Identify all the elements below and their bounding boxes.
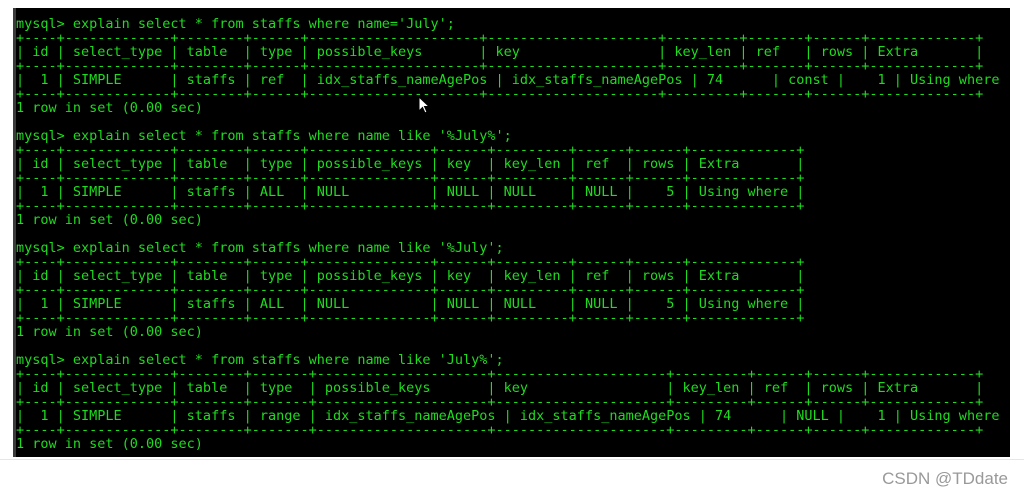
terminal-line: | 1 | SIMPLE | staffs | ref | idx_staffs… <box>16 72 1010 88</box>
terminal-line: | id | select_type | table | type | poss… <box>16 156 805 172</box>
terminal-line: 1 row in set (0.00 sec) <box>16 100 203 116</box>
terminal-line: | id | select_type | table | type | poss… <box>16 44 984 60</box>
terminal-line: +----+-------------+--------+------+----… <box>16 142 805 158</box>
terminal-line: | 1 | SIMPLE | staffs | ALL | NULL | NUL… <box>16 184 805 200</box>
terminal-line: | 1 | SIMPLE | staffs | range | idx_staf… <box>16 408 1010 424</box>
terminal-line: +----+-------------+--------+-------+---… <box>16 366 984 382</box>
terminal-line: mysql> explain select * from staffs wher… <box>16 352 504 368</box>
terminal-line: mysql> explain select * from staffs wher… <box>16 16 455 32</box>
terminal-line: | id | select_type | table | type | poss… <box>16 268 805 284</box>
terminal-line: | id | select_type | table | type | poss… <box>16 380 984 396</box>
terminal-line: mysql> explain select * from staffs wher… <box>16 240 504 256</box>
terminal-line: 1 row in set (0.00 sec) <box>16 324 203 340</box>
terminal-line: +----+-------------+--------+------+----… <box>16 58 984 74</box>
terminal-line: +----+-------------+--------+-------+---… <box>16 422 984 438</box>
terminal-line: +----+-------------+--------+-------+---… <box>16 394 984 410</box>
terminal-line: +----+-------------+--------+------+----… <box>16 30 984 46</box>
mouse-pointer-icon <box>418 96 430 114</box>
terminal-line: 1 row in set (0.00 sec) <box>16 212 203 228</box>
terminal-line: +----+-------------+--------+------+----… <box>16 254 805 270</box>
watermark-text: CSDN @TDdate <box>882 469 1008 488</box>
terminal-output: mysql> explain select * from staffs wher… <box>16 17 1010 451</box>
terminal-window[interactable]: mysql> explain select * from staffs wher… <box>13 8 1010 457</box>
terminal-line: +----+-------------+--------+------+----… <box>16 86 984 102</box>
terminal-line: +----+-------------+--------+------+----… <box>16 170 805 186</box>
divider <box>0 459 1024 460</box>
terminal-line: 1 row in set (0.00 sec) <box>16 436 203 452</box>
terminal-line: +----+-------------+--------+------+----… <box>16 282 805 298</box>
terminal-line: +----+-------------+--------+------+----… <box>16 198 805 214</box>
terminal-line: +----+-------------+--------+------+----… <box>16 310 805 326</box>
terminal-line: | 1 | SIMPLE | staffs | ALL | NULL | NUL… <box>16 296 805 312</box>
terminal-line: mysql> explain select * from staffs wher… <box>16 128 512 144</box>
